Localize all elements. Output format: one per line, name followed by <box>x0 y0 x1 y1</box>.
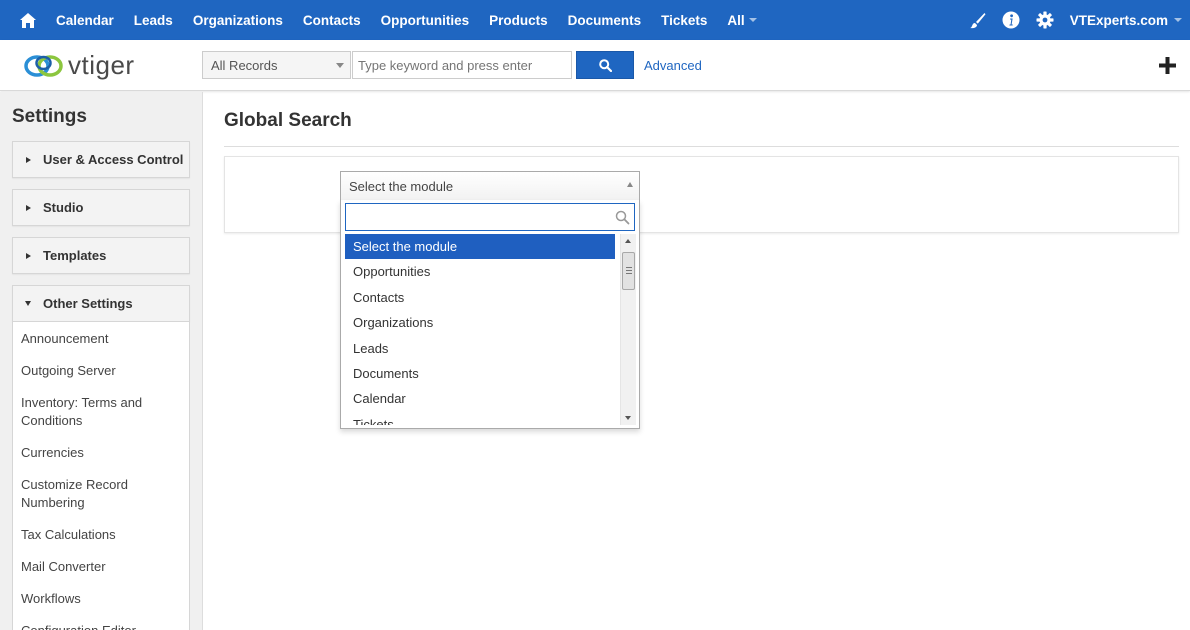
module-option-tickets[interactable]: Tickets <box>345 412 615 425</box>
nav-contacts[interactable]: Contacts <box>303 13 361 28</box>
nav-leads[interactable]: Leads <box>134 13 173 28</box>
module-option-contacts[interactable]: Contacts <box>345 285 615 310</box>
scroll-up-arrow-icon[interactable] <box>625 239 631 243</box>
module-filter-input[interactable] <box>345 203 635 231</box>
info-icon <box>1002 11 1020 29</box>
search-icon <box>615 210 630 225</box>
page-title: Global Search <box>224 110 352 131</box>
nav-tickets[interactable]: Tickets <box>661 13 707 28</box>
home-icon <box>20 12 36 28</box>
sidebar-item-configuration-editor[interactable]: Configuration Editor <box>13 622 183 630</box>
sidebar-item-currencies[interactable]: Currencies <box>13 444 183 462</box>
module-dropdown: Select the module Opportunities Contacts… <box>340 200 640 429</box>
sidebar-group-templates[interactable]: Templates <box>12 237 190 274</box>
caret-right-icon <box>25 252 31 259</box>
search-button[interactable] <box>576 51 634 79</box>
vtiger-logo[interactable]: vtiger <box>22 50 135 81</box>
sidebar-item-customize-record-numbering[interactable]: Customize Record Numbering <box>13 476 183 512</box>
nav-all-label: All <box>727 12 745 28</box>
module-option-documents[interactable]: Documents <box>345 361 615 386</box>
settings-button[interactable] <box>1036 11 1054 29</box>
search-scope-select[interactable]: All Records <box>202 51 351 79</box>
top-navigation-bar: Calendar Leads Organizations Contacts Op… <box>0 0 1190 40</box>
nav-opportunities[interactable]: Opportunities <box>381 13 470 28</box>
chevron-down-icon <box>1174 18 1182 22</box>
sidebar-item-outgoing-server[interactable]: Outgoing Server <box>13 362 183 380</box>
gear-icon <box>1036 11 1054 29</box>
sidebar-group-label: Templates <box>43 248 107 263</box>
module-option-select[interactable]: Select the module <box>345 234 615 260</box>
info-button[interactable] <box>1002 11 1020 29</box>
sidebar-item-announcement[interactable]: Announcement <box>13 330 183 348</box>
module-select-value: Select the module <box>349 179 454 194</box>
sidebar-title: Settings <box>12 106 87 127</box>
nav-calendar[interactable]: Calendar <box>56 13 114 28</box>
quick-create-button[interactable] <box>1158 56 1177 78</box>
module-select[interactable]: Select the module <box>340 171 640 201</box>
scrollbar-thumb[interactable] <box>622 252 635 290</box>
module-option-leads[interactable]: Leads <box>345 336 615 361</box>
sidebar-group-user-access-control[interactable]: User & Access Control <box>12 141 190 178</box>
caret-right-icon <box>25 156 31 163</box>
search-icon <box>598 58 612 72</box>
sidebar-group-label: Studio <box>43 200 84 215</box>
paintbrush-button[interactable] <box>969 12 986 29</box>
sidebar-group-label: Other Settings <box>43 296 133 311</box>
sidebar-item-tax-calculations[interactable]: Tax Calculations <box>13 526 183 544</box>
vtiger-logo-mark <box>24 54 63 77</box>
module-option-calendar[interactable]: Calendar <box>345 386 615 411</box>
sidebar-item-mail-converter[interactable]: Mail Converter <box>13 558 183 576</box>
settings-sidebar: Settings User & Access Control Studio Te… <box>0 92 203 630</box>
logo-text: vtiger <box>68 50 135 80</box>
sidebar-item-inventory-terms[interactable]: Inventory: Terms and Conditions <box>13 394 183 430</box>
chevron-down-icon <box>336 63 344 68</box>
caret-down-icon <box>25 301 31 306</box>
chevron-up-icon <box>627 182 633 187</box>
module-options-list: Select the module Opportunities Contacts… <box>345 234 615 425</box>
title-divider <box>224 146 1179 147</box>
other-settings-list: Announcement Outgoing Server Inventory: … <box>12 322 190 630</box>
scroll-down-arrow-icon[interactable] <box>625 416 631 420</box>
sidebar-group-other-settings[interactable]: Other Settings <box>12 285 190 322</box>
advanced-search-link[interactable]: Advanced <box>644 58 702 73</box>
dropdown-scrollbar[interactable] <box>620 234 636 425</box>
search-bar: vtiger All Records Advanced <box>0 40 1190 91</box>
nav-documents[interactable]: Documents <box>568 13 642 28</box>
search-scope-value: All Records <box>211 58 278 73</box>
sidebar-item-workflows[interactable]: Workflows <box>13 590 183 608</box>
user-name: VTExperts.com <box>1069 12 1168 28</box>
plus-icon <box>1159 57 1176 74</box>
paintbrush-icon <box>969 12 986 28</box>
nav-all-menu[interactable]: All <box>727 12 757 28</box>
nav-organizations[interactable]: Organizations <box>193 13 283 28</box>
module-option-opportunities[interactable]: Opportunities <box>345 259 615 284</box>
sidebar-group-studio[interactable]: Studio <box>12 189 190 226</box>
caret-right-icon <box>25 204 31 211</box>
global-search-input[interactable] <box>352 51 572 79</box>
chevron-down-icon <box>748 18 757 22</box>
home-button[interactable] <box>0 0 56 40</box>
module-option-organizations[interactable]: Organizations <box>345 310 615 335</box>
sidebar-group-label: User & Access Control <box>43 152 184 167</box>
user-menu[interactable]: VTExperts.com <box>1070 13 1182 28</box>
nav-products[interactable]: Products <box>489 13 548 28</box>
